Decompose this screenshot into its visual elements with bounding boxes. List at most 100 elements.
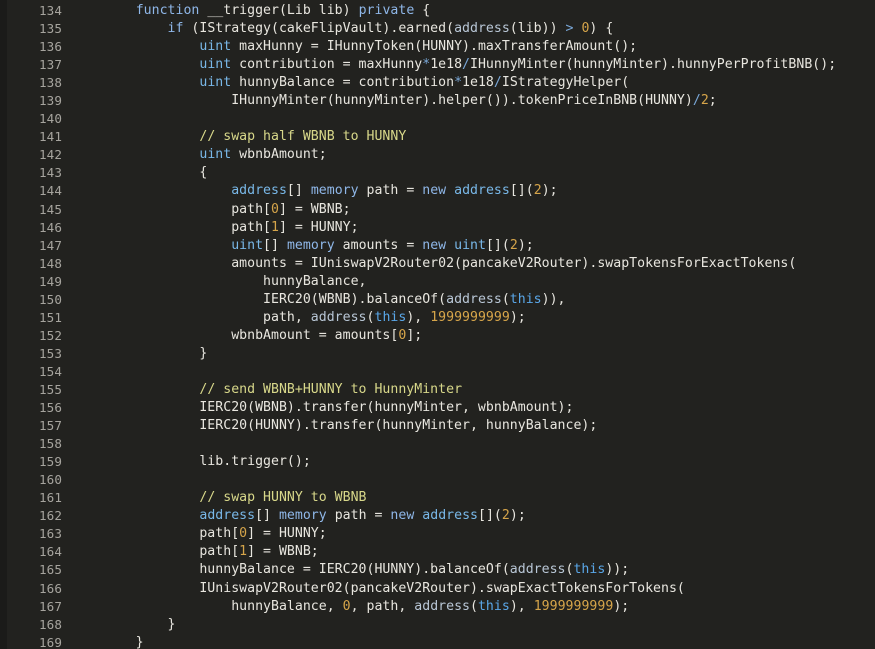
code-line[interactable]: 156 IERC20(WBNB).transfer(hunnyMinter, w… — [0, 399, 875, 417]
code-line[interactable]: 134 function __trigger(Lib lib) private … — [0, 2, 875, 20]
line-number: 158 — [38, 436, 62, 452]
code-line[interactable]: 161 // swap HUNNY to WBNB — [0, 489, 875, 507]
code-token-plain: wbnbAmount = amounts[ — [72, 327, 399, 343]
code-line[interactable]: 154 — [0, 363, 875, 381]
code-token-plain: __trigger(Lib lib) — [199, 3, 359, 18]
line-content[interactable]: // send WBNB+HUNNY to HunnyMinter — [72, 381, 875, 399]
line-content[interactable]: // swap HUNNY to WBNB — [72, 489, 875, 507]
code-line[interactable]: 169 } — [0, 634, 875, 649]
code-line[interactable]: 153 } — [0, 345, 875, 363]
code-token-number: 1 — [271, 219, 279, 235]
code-line[interactable]: 168 } — [0, 616, 875, 634]
line-content[interactable]: } — [72, 345, 875, 363]
code-line[interactable]: 164 path[1] = WBNB; — [0, 543, 875, 561]
code-line[interactable]: 165 hunnyBalance = IERC20(HUNNY).balance… — [0, 561, 875, 579]
code-token-plain: path = — [326, 508, 391, 524]
code-line[interactable]: 136 uint maxHunny = IHunnyToken(HUNNY).m… — [0, 38, 875, 56]
code-token-plain: ); — [541, 183, 558, 199]
line-content[interactable]: hunnyBalance = IERC20(HUNNY).balanceOf(a… — [72, 561, 875, 579]
line-content[interactable]: address[] memory path = new address[](2)… — [72, 182, 875, 200]
line-content[interactable]: lib.trigger(); — [72, 453, 875, 471]
code-line[interactable]: 143 { — [0, 164, 875, 182]
code-line[interactable]: 147 uint[] memory amounts = new uint[](2… — [0, 237, 875, 255]
line-content[interactable]: hunnyBalance, 0, path, address(this), 19… — [72, 598, 875, 616]
line-content[interactable]: } — [72, 616, 875, 634]
line-content[interactable]: path[0] = WBNB; — [72, 201, 875, 219]
code-token-number: 1999999999 — [430, 309, 510, 325]
line-content[interactable]: IERC20(HUNNY).transfer(hunnyMinter, hunn… — [72, 417, 875, 435]
line-content[interactable]: uint[] memory amounts = new uint[](2); — [72, 237, 875, 255]
line-content[interactable]: } — [72, 634, 875, 649]
line-content[interactable]: { — [72, 164, 875, 182]
line-content[interactable]: amounts = IUniswapV2Router02(pancakeV2Ro… — [72, 255, 875, 273]
code-token-plain: path[ — [72, 201, 271, 217]
code-viewer[interactable]: 134 function __trigger(Lib lib) private … — [0, 0, 875, 649]
code-token-number: 2 — [533, 183, 542, 199]
code-line[interactable]: 163 path[0] = HUNNY; — [0, 525, 875, 543]
code-token-keyword: memory — [286, 237, 335, 253]
line-number: 150 — [38, 291, 62, 307]
code-token-plain: IHunnyMinter(hunnyMinter).hunnyPerProfit… — [470, 57, 837, 73]
line-content[interactable]: // swap half WBNB to HUNNY — [72, 128, 875, 146]
code-line[interactable]: 159 lib.trigger(); — [0, 453, 875, 471]
line-number: 149 — [38, 273, 62, 289]
code-token-plain: } — [72, 634, 144, 649]
code-token-type: uint — [454, 237, 486, 253]
code-line[interactable]: 148 amounts = IUniswapV2Router02(pancake… — [0, 255, 875, 273]
line-content[interactable]: path, address(this), 1999999999); — [72, 309, 875, 327]
line-content[interactable]: address[] memory path = new address[](2)… — [72, 507, 875, 525]
code-line[interactable]: 162 address[] memory path = new address[… — [0, 507, 875, 525]
line-content[interactable]: path[0] = HUNNY; — [72, 525, 875, 543]
code-line[interactable]: 167 hunnyBalance, 0, path, address(this)… — [0, 598, 875, 616]
line-content[interactable]: IERC20(WBNB).balanceOf(address(this)), — [72, 291, 875, 309]
line-content[interactable]: function __trigger(Lib lib) private { — [72, 2, 875, 20]
code-token-type: uint — [199, 147, 232, 163]
code-line[interactable]: 151 path, address(this), 1999999999); — [0, 309, 875, 327]
line-number: 154 — [38, 363, 62, 379]
line-content[interactable]: uint maxHunny = IHunnyToken(HUNNY).maxTr… — [72, 38, 875, 56]
code-line[interactable]: 142 uint wbnbAmount; — [0, 146, 875, 164]
code-line[interactable]: 135 if (IStrategy(cakeFlipVault).earned(… — [0, 20, 875, 38]
code-token-comment: // send WBNB+HUNNY to HunnyMinter — [199, 381, 463, 397]
line-content[interactable]: uint contribution = maxHunny*1e18/IHunny… — [72, 56, 875, 74]
code-line[interactable]: 145 path[0] = WBNB; — [0, 201, 875, 219]
line-number: 157 — [38, 418, 62, 434]
code-line[interactable]: 139 IHunnyMinter(hunnyMinter).helper()).… — [0, 92, 875, 110]
line-content[interactable]: IHunnyMinter(hunnyMinter).helper()).toke… — [72, 92, 875, 110]
code-line[interactable]: 146 path[1] = HUNNY; — [0, 219, 875, 237]
line-content[interactable]: hunnyBalance, — [72, 273, 875, 291]
line-content[interactable]: IUniswapV2Router02(pancakeV2Router).swap… — [72, 580, 875, 598]
code-token-plain: amounts = IUniswapV2Router02(pancakeV2Ro… — [72, 255, 797, 271]
code-line[interactable]: 149 hunnyBalance, — [0, 273, 875, 291]
code-token-plain: , path, — [350, 598, 415, 614]
line-content[interactable]: if (IStrategy(cakeFlipVault).earned(addr… — [72, 20, 875, 38]
line-content[interactable]: path[1] = HUNNY; — [72, 219, 875, 237]
code-line[interactable]: 158 — [0, 435, 875, 453]
code-line[interactable]: 150 IERC20(WBNB).balanceOf(address(this)… — [0, 291, 875, 309]
code-line[interactable]: 138 uint hunnyBalance = contribution*1e1… — [0, 74, 875, 92]
code-token-plain: []( — [485, 237, 510, 253]
code-token-plain: path, — [72, 309, 311, 325]
line-number: 151 — [38, 309, 62, 325]
code-line[interactable]: 160 — [0, 471, 875, 489]
line-content[interactable]: path[1] = WBNB; — [72, 543, 875, 561]
line-content[interactable]: uint hunnyBalance = contribution*1e18/IS… — [72, 74, 875, 92]
line-content[interactable]: IERC20(WBNB).transfer(hunnyMinter, wbnbA… — [72, 399, 875, 417]
code-line[interactable]: 140 — [0, 110, 875, 128]
line-content[interactable]: uint wbnbAmount; — [72, 146, 875, 164]
code-line[interactable]: 141 // swap half WBNB to HUNNY — [0, 128, 875, 146]
code-token-number: 0 — [342, 598, 351, 614]
code-line[interactable]: 155 // send WBNB+HUNNY to HunnyMinter — [0, 381, 875, 399]
code-line[interactable]: 144 address[] memory path = new address[… — [0, 182, 875, 200]
line-content[interactable]: wbnbAmount = amounts[0]; — [72, 327, 875, 345]
code-line[interactable]: 157 IERC20(HUNNY).transfer(hunnyMinter, … — [0, 417, 875, 435]
code-token-builtin: address — [509, 562, 566, 578]
code-line[interactable]: 137 uint contribution = maxHunny*1e18/IH… — [0, 56, 875, 74]
code-token-plain: ); — [517, 237, 534, 253]
code-line[interactable]: 152 wbnbAmount = amounts[0]; — [0, 327, 875, 345]
code-line[interactable]: 166 IUniswapV2Router02(pancakeV2Router).… — [0, 580, 875, 598]
code-token-plain: { — [414, 3, 431, 18]
